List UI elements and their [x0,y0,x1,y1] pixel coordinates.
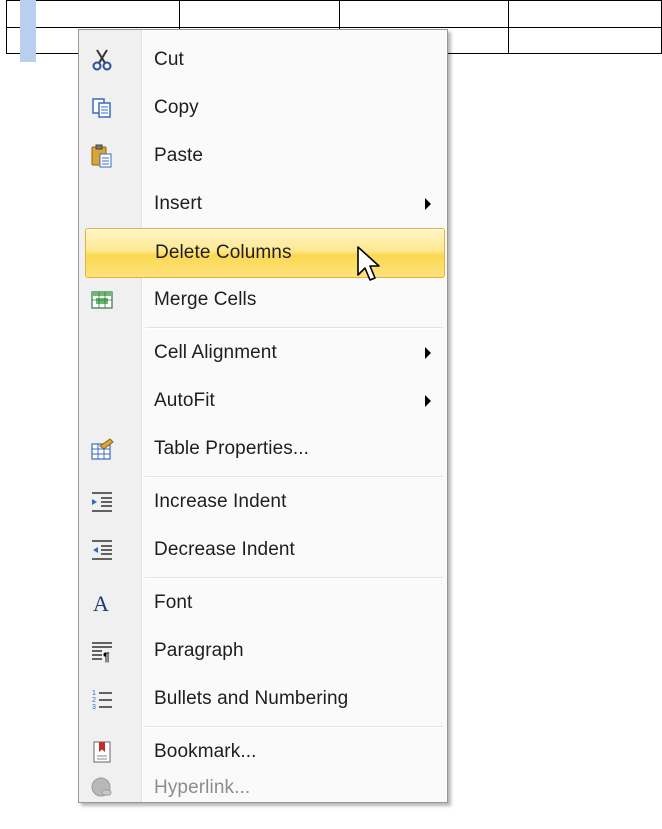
bullets-icon: 1 2 3 [87,684,117,714]
svg-text:¶: ¶ [103,650,110,663]
menu-item-paragraph[interactable]: ¶ Paragraph [81,627,445,675]
menu-item-copy[interactable]: Copy [81,84,445,132]
submenu-arrow-icon [425,347,431,359]
submenu-arrow-icon [425,198,431,210]
menu-item-label: Paragraph [154,640,244,661]
scissors-icon [87,45,117,75]
paste-icon [87,141,117,171]
menu-item-font[interactable]: A Font [81,579,445,627]
menu-item-cell-alignment[interactable]: Cell Alignment [81,329,445,377]
menu-item-paste[interactable]: Paste [81,132,445,180]
table-cell[interactable] [339,0,509,28]
menu-item-label: Cut [154,49,184,70]
context-menu: Cut Copy Paste Insert Delete Columns Mer… [78,29,448,803]
table-properties-icon [87,434,117,464]
menu-item-label: Paste [154,145,204,166]
mouse-cursor-icon [357,246,380,281]
menu-item-hyperlink: Hyperlink... [81,776,445,800]
svg-text:A: A [93,591,109,615]
menu-item-label: Decrease Indent [154,539,295,560]
hyperlink-icon [87,773,117,803]
menu-item-insert[interactable]: Insert [81,180,445,228]
menu-item-table-properties[interactable]: Table Properties... [81,425,445,473]
paragraph-icon: ¶ [87,636,117,666]
menu-item-label: Merge Cells [154,289,257,310]
menu-item-label: Delete Columns [155,242,292,263]
copy-icon [87,93,117,123]
menu-item-bullets-numbering[interactable]: 1 2 3 Bullets and Numbering [81,675,445,723]
menu-item-label: Increase Indent [154,491,287,512]
column-selection-highlight [20,0,36,62]
increase-indent-icon [87,487,117,517]
menu-separator [145,577,443,578]
menu-item-label: Hyperlink... [154,777,251,798]
svg-text:2: 2 [92,697,96,704]
svg-text:3: 3 [92,704,96,711]
svg-text:1: 1 [92,690,96,697]
menu-item-label: Copy [154,97,199,118]
menu-item-label: AutoFit [154,390,215,411]
menu-item-bookmark[interactable]: Bookmark... [81,728,445,776]
table-cell[interactable] [508,0,662,28]
submenu-arrow-icon [425,395,431,407]
table-cell[interactable] [508,26,662,54]
merge-cells-icon [87,285,117,315]
menu-item-label: Font [154,592,193,613]
table-cell[interactable] [179,0,340,28]
menu-item-delete-columns[interactable]: Delete Columns [85,228,445,278]
menu-item-label: Bookmark... [154,741,257,762]
menu-separator [145,476,443,477]
table-row [6,0,662,28]
font-icon: A [87,588,117,618]
decrease-indent-icon [87,535,117,565]
menu-item-cut[interactable]: Cut [81,36,445,84]
menu-separator [145,327,443,328]
menu-item-merge-cells[interactable]: Merge Cells [81,276,445,324]
menu-item-decrease-indent[interactable]: Decrease Indent [81,526,445,574]
bookmark-icon [87,737,117,767]
menu-item-label: Table Properties... [154,438,310,459]
menu-item-label: Bullets and Numbering [154,688,349,709]
menu-item-increase-indent[interactable]: Increase Indent [81,478,445,526]
menu-item-label: Cell Alignment [154,342,277,363]
menu-separator [145,726,443,727]
menu-item-label: Insert [154,193,203,214]
menu-item-autofit[interactable]: AutoFit [81,377,445,425]
